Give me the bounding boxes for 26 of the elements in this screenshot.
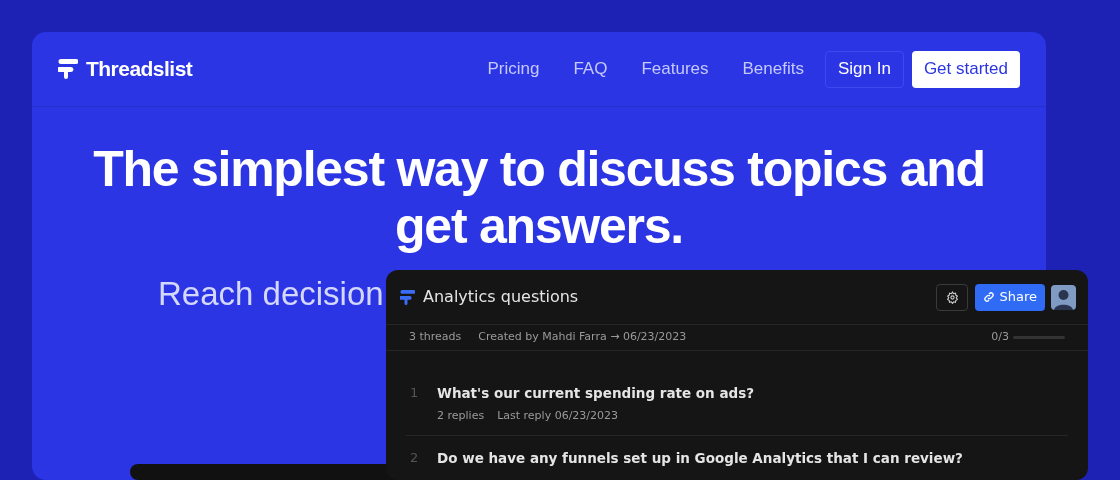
reply-count: 2 replies	[437, 408, 485, 425]
share-button[interactable]: Share	[975, 283, 1045, 311]
progress-text: 0/3	[991, 329, 1009, 346]
brand-name: Threadslist	[86, 56, 193, 83]
nav-link[interactable]: Pricing	[470, 48, 557, 90]
thread-title[interactable]: Do we have any funnels set up in Google Analytics that I can review?	[437, 447, 963, 468]
avatar[interactable]	[1051, 284, 1076, 310]
link-icon	[983, 291, 996, 303]
thread-number: 1	[409, 384, 420, 402]
thread-count: 3 threads	[409, 329, 462, 346]
thread-number: 2	[409, 448, 420, 467]
sign-in-button[interactable]: Sign In	[824, 50, 904, 88]
subtitle: Reach decision	[158, 274, 385, 314]
settings-button[interactable]	[936, 283, 969, 311]
nav-link[interactable]: FAQ	[556, 48, 625, 90]
document-title: Analytics questions	[423, 286, 579, 308]
created-info: Created by Mahdi Farra → 06/23/2023	[478, 329, 687, 346]
settings-icon	[946, 290, 959, 304]
logo-icon	[400, 288, 415, 306]
last-reply-date: Last reply 06/23/2023	[497, 408, 619, 425]
logo-icon	[58, 58, 78, 80]
get-started-button[interactable]: Get started	[911, 50, 1020, 88]
headline: The simplest way to discuss topics and get answers.	[92, 141, 986, 255]
nav-link[interactable]: Benefits	[725, 48, 821, 90]
thread-title[interactable]: What's our current spending rate on ads?	[437, 383, 755, 404]
nav-link[interactable]: Features	[624, 48, 726, 90]
